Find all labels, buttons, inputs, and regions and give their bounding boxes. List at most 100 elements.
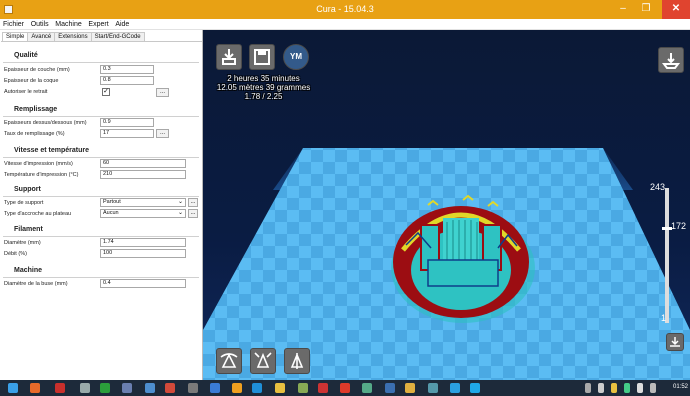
support-type-select[interactable]: Partout ⌄ [100,198,186,207]
close-button[interactable]: ✕ [662,0,690,19]
section-divider [3,277,199,278]
layer-height-input[interactable]: 0.3 [100,65,154,74]
taskbar-app-icon[interactable] [428,383,438,393]
diameter-input[interactable]: 1.74 [100,238,186,247]
taskbar-app-icon[interactable] [122,383,132,393]
section-divider [3,157,199,158]
section-divider [3,62,199,63]
fill-density-label: Taux de remplissage (%) [4,131,65,137]
section-support: Support [14,186,41,193]
mirror-icon [290,352,304,369]
view-mode-icon [662,53,680,69]
retraction-checkbox[interactable]: ✓ [102,88,110,96]
youmagine-button[interactable]: YM [283,44,309,70]
maximize-button[interactable]: ❐ [635,0,657,19]
top-bottom-thickness-label: Epaisseurs dessus/dessous (mm) [4,120,87,126]
support-type-value: Partout [103,199,121,205]
mirror-button[interactable] [284,348,310,374]
section-divider [3,116,199,117]
retraction-more-button[interactable]: ... [156,88,169,97]
rotate-icon [220,353,238,368]
flow-input[interactable]: 100 [100,249,186,258]
retraction-label: Autoriser le retrait [4,89,48,95]
section-vitesse: Vitesse et température [14,147,89,154]
taskbar-app-icon[interactable] [55,383,65,393]
print-speed-input[interactable]: 60 [100,159,186,168]
taskbar-app-icon[interactable] [252,383,262,393]
menu-machine[interactable]: Machine [52,19,83,30]
print-stats: 2 heures 35 minutes 12.05 mètres 39 gram… [211,74,316,101]
taskbar-app-icon[interactable] [405,383,415,393]
print-temperature-input[interactable]: 210 [100,170,186,179]
minimize-button[interactable]: – [612,0,634,19]
taskbar-app-icon[interactable] [450,383,460,393]
menu-outils[interactable]: Outils [28,19,51,30]
layer-current-label: 172 [671,221,687,231]
tray-icon[interactable] [624,383,630,393]
tray-icon[interactable] [585,383,591,393]
layer-height-label: Epaisseur de couche (mm) [4,67,70,73]
tab-divider [1,41,202,42]
tray-icon[interactable] [650,383,656,393]
clock: 01:52 [672,384,688,390]
settings-panel: Simple Avancé Extensions Start/End-GCode… [0,30,203,380]
taskbar-app-icon[interactable] [340,383,350,393]
menu-expert[interactable]: Expert [85,19,110,30]
taskbar-app-icon[interactable] [362,383,372,393]
view-mode-button[interactable] [658,47,684,73]
print-time: 2 heures 35 minutes [227,74,300,83]
section-machine: Machine [14,267,43,274]
taskbar-app-icon[interactable] [470,383,480,393]
save-button[interactable] [249,44,275,70]
menu-fichier[interactable]: Fichier [0,19,26,30]
window-title: Cura - 15.04.3 [316,4,374,14]
print-speed-label: Vitesse d'impression (mm/s) [4,161,73,167]
taskbar-app-icon[interactable] [145,383,155,393]
rotate-button[interactable] [216,348,242,374]
nozzle-size-label: Diamètre de la buse (mm) [4,281,68,287]
menu-aide[interactable]: Aide [112,19,131,30]
tray-icon[interactable] [598,383,604,393]
save-icon [254,49,270,65]
shell-thickness-input[interactable]: 0.8 [100,76,154,85]
top-bottom-thickness-input[interactable]: 0.9 [100,118,154,127]
taskbar-app-icon[interactable] [100,383,110,393]
section-divider [3,196,199,197]
taskbar-app-icon[interactable] [188,383,198,393]
adhesion-more-button[interactable]: ... [188,209,198,218]
chevron-down-icon: ⌄ [177,199,183,205]
taskbar: 01:52 [0,380,690,396]
layer-view-button[interactable] [666,333,684,351]
load-model-button[interactable] [216,44,242,70]
tray-icon[interactable] [611,383,617,393]
taskbar-app-icon[interactable] [210,383,220,393]
section-filament: Filament [14,226,43,233]
support-type-label: Type de support [4,200,44,206]
taskbar-app-icon[interactable] [30,383,40,393]
3d-viewport[interactable]: 243 172 1 YM 2 heures 35 minutes 12.05 m… [203,30,690,380]
taskbar-app-icon[interactable] [275,383,285,393]
taskbar-app-icon[interactable] [298,383,308,393]
fill-density-more-button[interactable]: ... [156,129,169,138]
print-filament: 12.05 mètres 39 grammes [216,83,311,92]
taskbar-app-icon[interactable] [80,383,90,393]
section-divider [3,236,199,237]
chevron-down-icon: ⌄ [177,210,183,216]
fill-density-input[interactable]: 17 [100,129,154,138]
taskbar-app-icon[interactable] [232,383,242,393]
scale-button[interactable] [250,348,276,374]
layer-max-label: 243 [650,182,666,192]
load-icon [222,49,236,65]
tray-icon[interactable] [637,383,643,393]
taskbar-app-icon[interactable] [165,383,175,393]
taskbar-app-icon[interactable] [385,383,395,393]
flow-label: Débit (%) [4,251,27,257]
adhesion-type-value: Aucun [103,210,119,216]
support-more-button[interactable]: ... [188,198,198,207]
section-qualite: Qualité [14,52,38,59]
adhesion-type-select[interactable]: Aucun ⌄ [100,209,186,218]
section-remplissage: Remplissage [14,106,58,113]
taskbar-app-icon[interactable] [318,383,328,393]
nozzle-size-input[interactable]: 0.4 [100,279,186,288]
start-icon[interactable] [8,383,18,393]
